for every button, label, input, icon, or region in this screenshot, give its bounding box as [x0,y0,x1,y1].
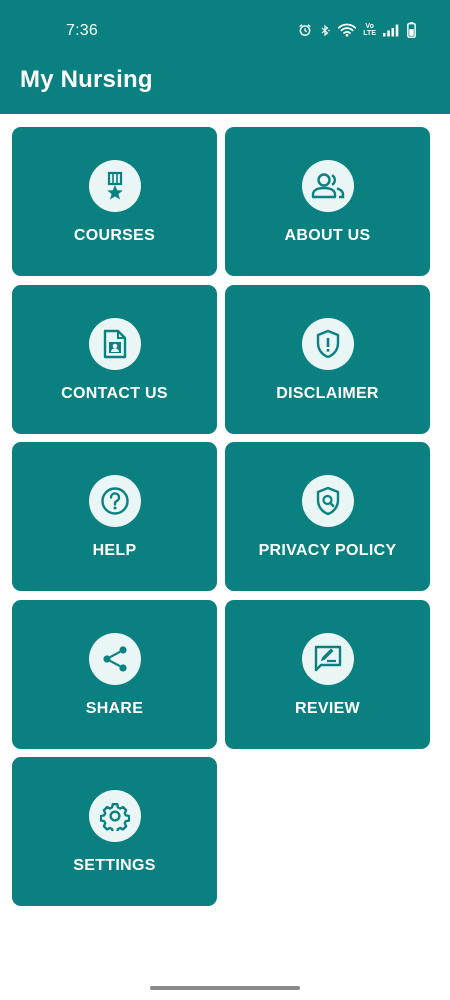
tile-label: COURSES [73,227,156,244]
tile-label: HELP [92,542,137,559]
tile-label: SETTINGS [73,857,156,874]
volte-top: Vo [365,23,374,30]
signal-icon [383,24,400,37]
status-bar: 7:36 Vo LTE [0,0,450,60]
tile-label: REVIEW [295,699,360,717]
tile-label: ABOUT US [284,227,371,244]
help-circle-icon [88,475,141,527]
privacy-shield-icon [301,475,354,527]
settings-tile[interactable]: SETTINGS [12,757,217,906]
share-icon [88,632,141,685]
shield-alert-icon [301,317,354,370]
menu-grid: COURSES ABOUT US CONTACT US DISCLAIMER H… [12,127,430,906]
battery-icon [407,22,416,38]
status-icons: Vo LTE [298,20,416,40]
tile-label: CONTACT US [61,384,168,402]
status-time: 7:36 [66,22,98,39]
contact-us-tile[interactable]: CONTACT US [12,284,217,434]
review-icon [301,632,354,685]
courses-tile[interactable]: COURSES [12,127,217,276]
tile-label: SHARE [85,699,144,717]
volte-indicator: Vo LTE [363,23,376,37]
app-title: My Nursing [20,66,153,93]
alarm-icon [298,23,312,37]
bluetooth-icon [319,23,331,38]
volte-bottom: LTE [363,30,376,37]
medal-icon [88,160,141,212]
wifi-icon [338,23,357,37]
share-tile[interactable]: SHARE [12,599,217,749]
screen: 7:36 Vo LTE My Nursing COURSES ABOUT US … [0,0,450,1000]
gear-icon [88,790,141,842]
review-tile[interactable]: REVIEW [225,599,430,749]
people-icon [301,160,354,212]
contact-card-icon [88,317,141,370]
home-indicator[interactable] [150,986,300,990]
app-header: 7:36 Vo LTE My Nursing [0,0,450,114]
about-us-tile[interactable]: ABOUT US [225,127,430,276]
tile-label: DISCLAIMER [276,384,379,402]
help-tile[interactable]: HELP [12,442,217,591]
privacy-policy-tile[interactable]: PRIVACY POLICY [225,442,430,591]
tile-label: PRIVACY POLICY [258,542,397,559]
disclaimer-tile[interactable]: DISCLAIMER [225,284,430,434]
